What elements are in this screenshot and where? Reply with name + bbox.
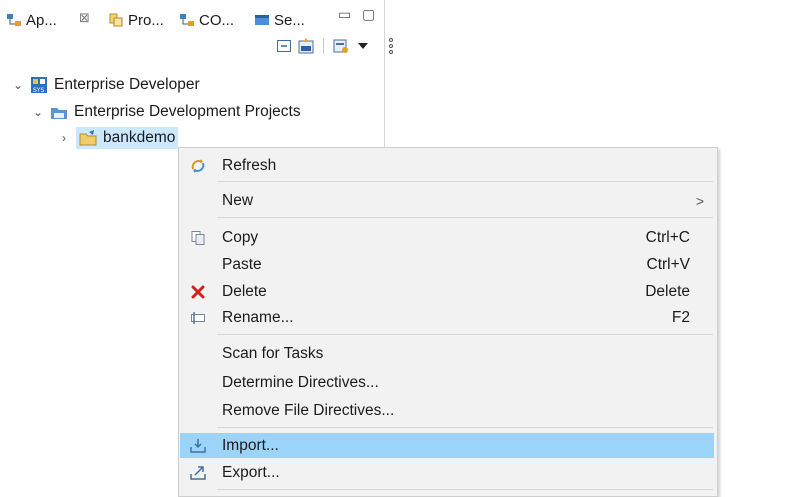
menu-item-shortcut: F2 xyxy=(671,308,690,326)
view-toolbar xyxy=(275,36,400,56)
menu-item-remove-file-directives[interactable]: Remove File Directives... xyxy=(180,398,714,423)
application-explorer-icon xyxy=(6,12,22,28)
minimize-view-button[interactable]: ▭ xyxy=(338,6,351,23)
projects-folder-icon xyxy=(50,103,68,121)
tree-item-enterprise-developer[interactable]: ⌄ SYS Enterprise Developer xyxy=(12,74,200,96)
menu-separator xyxy=(217,334,713,335)
tab-project-explorer[interactable]: Pro... xyxy=(108,10,164,30)
enterprise-developer-icon: SYS xyxy=(30,76,48,94)
maximize-view-button[interactable]: ▢ xyxy=(362,6,375,23)
toolbar-separator xyxy=(323,38,324,54)
import-icon xyxy=(188,436,208,456)
tab-server-explorer[interactable]: Se... xyxy=(254,10,305,30)
menu-item-label: Scan for Tasks xyxy=(222,344,324,362)
menu-item-label: Export... xyxy=(222,463,280,481)
menu-item-label: Remove File Directives... xyxy=(222,401,395,419)
menu-item-label: Rename... xyxy=(222,308,294,326)
refresh-icon xyxy=(188,156,208,176)
chevron-down-icon[interactable]: ⌄ xyxy=(12,78,24,92)
selected-tree-item[interactable]: bankdemo xyxy=(76,127,179,149)
menu-item-scan-for-tasks[interactable]: Scan for Tasks xyxy=(180,341,714,366)
menu-item-shortcut: Delete xyxy=(645,282,690,300)
copy-icon xyxy=(188,228,208,248)
view-tab-bar: Ap... ⊠ Pro... CO... Se... ▭ ▢ xyxy=(0,0,384,34)
menu-item-label: New xyxy=(222,191,254,209)
toolbar-tools-icon[interactable] xyxy=(297,37,315,55)
menu-item-shortcut: Ctrl+V xyxy=(646,255,691,273)
menu-item-copy[interactable]: Copy Ctrl+C xyxy=(180,225,714,250)
collapse-all-icon[interactable] xyxy=(275,37,293,55)
menu-item-export[interactable]: Export... xyxy=(180,460,714,485)
tab-application-explorer[interactable]: Ap... xyxy=(6,10,57,30)
menu-separator xyxy=(217,181,713,182)
rename-icon xyxy=(188,308,208,328)
menu-item-label: Determine Directives... xyxy=(222,373,379,391)
project-folder-icon xyxy=(79,129,97,147)
menu-item-import[interactable]: Import... xyxy=(180,433,714,458)
menu-item-determine-directives[interactable]: Determine Directives... xyxy=(180,370,714,395)
view-menu-dropdown-icon[interactable] xyxy=(354,37,372,55)
tab-label: Pro... xyxy=(128,11,164,29)
tab-cobol-explorer[interactable]: CO... xyxy=(179,10,234,30)
tree-item-enterprise-development-projects[interactable]: ⌄ Enterprise Development Projects xyxy=(32,101,301,123)
menu-item-rename[interactable]: Rename... F2 xyxy=(180,305,714,330)
tree-item-bankdemo[interactable]: › bankdemo xyxy=(58,127,179,149)
chevron-down-icon[interactable]: ⌄ xyxy=(32,105,44,119)
tab-label: Se... xyxy=(274,11,305,29)
tab-label: Ap... xyxy=(26,11,57,29)
menu-separator xyxy=(217,489,713,490)
menu-item-delete[interactable]: Delete Delete xyxy=(180,279,714,304)
tree-item-label: Enterprise Developer xyxy=(54,76,200,93)
menu-separator xyxy=(217,427,713,428)
menu-item-label: Paste xyxy=(222,255,262,273)
server-explorer-icon xyxy=(254,12,270,28)
tree-item-label: Enterprise Development Projects xyxy=(74,103,301,120)
menu-item-refresh[interactable]: Refresh xyxy=(180,153,714,178)
menu-item-paste[interactable]: Paste Ctrl+V xyxy=(180,252,714,277)
chevron-right-icon[interactable]: › xyxy=(58,131,70,145)
tree-item-label: bankdemo xyxy=(103,129,176,146)
tab-label: CO... xyxy=(199,11,235,29)
view-options-icon[interactable] xyxy=(332,37,350,55)
close-tab-icon[interactable]: ⊠ xyxy=(79,10,90,26)
menu-item-label: Copy xyxy=(222,228,259,246)
menu-separator xyxy=(217,217,713,218)
submenu-arrow-icon: > xyxy=(695,192,704,209)
delete-icon xyxy=(188,282,208,302)
menu-item-new[interactable]: New > xyxy=(180,188,714,213)
menu-item-label: Import... xyxy=(222,436,279,454)
export-icon xyxy=(188,463,208,483)
menu-item-shortcut: Ctrl+C xyxy=(645,228,690,246)
menu-item-label: Refresh xyxy=(222,156,277,174)
project-explorer-icon xyxy=(108,12,124,28)
menu-item-label: Delete xyxy=(222,282,267,300)
svg-text:SYS: SYS xyxy=(33,87,44,94)
context-menu: Refresh New > Copy Ctrl+C Paste Ctrl+V D… xyxy=(178,147,718,497)
cobol-explorer-icon xyxy=(179,12,195,28)
